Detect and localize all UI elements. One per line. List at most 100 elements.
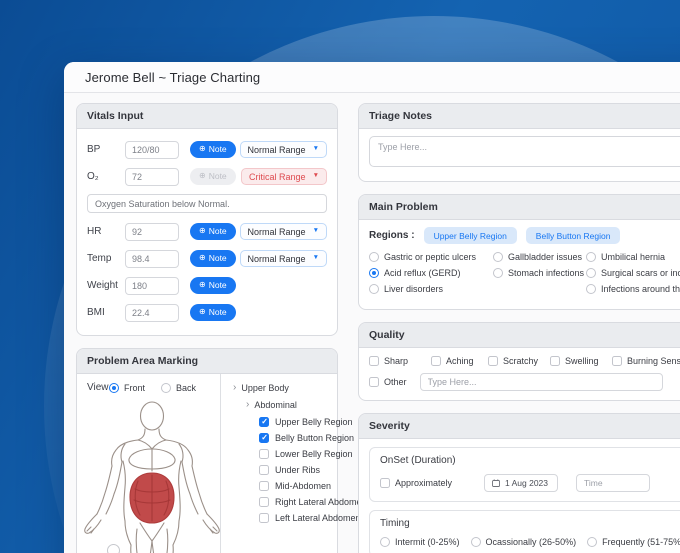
region-tree: › Upper Body › Abdominal Upper Belly Reg…: [221, 374, 367, 553]
temp-range-select[interactable]: Normal Range ▼: [239, 250, 327, 267]
weight-value-input[interactable]: [125, 276, 179, 295]
quality-checkbox-burning[interactable]: Burning Sensation: [612, 356, 680, 366]
quality-checkbox-sharp[interactable]: Sharp: [369, 356, 417, 366]
region-checkbox-item[interactable]: Lower Belly Region: [233, 449, 367, 459]
plus-circle-icon: ⊕: [199, 144, 206, 154]
onset-date-picker[interactable]: 1 Aug 2023: [484, 474, 558, 492]
main-problem-title: Main Problem: [359, 195, 680, 220]
weight-label: Weight: [87, 280, 118, 291]
triage-notes-panel: Triage Notes: [358, 103, 680, 182]
vitals-input-panel: Vitals Input BP ⊕Note Normal Range▼ O₂: [76, 103, 338, 336]
radio-icon: [493, 268, 503, 278]
problem-radio-option[interactable]: Liver disorders: [369, 284, 493, 294]
quality-checkbox-swelling[interactable]: Swelling: [550, 356, 599, 366]
vitals-input-title: Vitals Input: [77, 104, 337, 129]
plus-circle-icon: ⊕: [199, 226, 206, 236]
calendar-icon: [492, 479, 500, 487]
o2-range-select[interactable]: Critical Range ▼: [241, 168, 327, 185]
region-checkbox-item[interactable]: Upper Belly Region: [233, 417, 367, 427]
timing-radio-option[interactable]: Frequently (51-75%): [587, 537, 680, 547]
checkbox-icon: [259, 497, 269, 507]
triage-charting-window: Jerome Bell ~ Triage Charting Vitals Inp…: [64, 62, 680, 553]
radio-icon: [108, 382, 119, 393]
checkbox-icon: [369, 356, 379, 366]
quality-checkbox-aching[interactable]: Aching: [431, 356, 474, 366]
vital-row-o2: O₂ ⊕Note Critical Range▼: [87, 163, 327, 190]
plus-circle-icon: ⊕: [199, 253, 206, 263]
chevron-down-icon: ▼: [312, 227, 319, 235]
quality-checkbox-other[interactable]: Other: [369, 377, 407, 387]
bmi-value-input[interactable]: [125, 303, 179, 322]
timing-title: Timing: [380, 518, 410, 529]
tree-node-abdominal[interactable]: › Abdominal: [233, 400, 367, 411]
problem-radio-option[interactable]: Gallbladder issues: [493, 252, 586, 262]
problem-radio-option[interactable]: Umbilical hernia: [586, 252, 680, 262]
region-checkbox-item[interactable]: Right Lateral Abdomen: [233, 497, 367, 507]
radio-icon: [586, 252, 596, 262]
region-chip[interactable]: Belly Button Region: [525, 227, 621, 244]
region-chip[interactable]: Upper Belly Region: [423, 227, 517, 244]
view-front-radio[interactable]: Front: [108, 382, 145, 393]
region-checkbox-item[interactable]: Belly Button Region: [233, 433, 367, 443]
triage-notes-textarea[interactable]: [369, 136, 680, 167]
timing-section: Timing Intermit (0-25%) Ocassionally (26…: [369, 510, 680, 553]
problem-radio-option[interactable]: Infections around the navel: [586, 284, 680, 294]
quality-other-input[interactable]: [419, 373, 663, 391]
region-checkbox-item[interactable]: Mid-Abdomen: [233, 481, 367, 491]
checkbox-icon: [259, 433, 269, 443]
approximately-checkbox[interactable]: Approximately: [380, 478, 484, 488]
bp-value-input[interactable]: [125, 140, 179, 159]
hr-add-note-button[interactable]: ⊕ Note: [190, 223, 236, 240]
onset-section: OnSet (Duration) Approximately 1 Aug 202…: [369, 447, 680, 502]
bp-label: BP: [87, 144, 101, 155]
view-back-radio[interactable]: Back: [160, 382, 196, 393]
checkbox-icon: [488, 356, 498, 366]
quality-title: Quality: [359, 323, 680, 348]
hr-value-input[interactable]: [125, 222, 179, 241]
body-diagram[interactable]: [77, 399, 221, 553]
region-checkbox-item[interactable]: Under Ribs: [233, 465, 367, 475]
hr-range-select[interactable]: Normal Range ▼: [239, 223, 327, 240]
bmi-add-note-button[interactable]: ⊕ Note: [190, 304, 236, 321]
checkbox-icon: [259, 417, 269, 427]
temp-add-note-button[interactable]: ⊕ Note: [190, 250, 236, 267]
radio-icon: [493, 252, 503, 262]
o2-add-note-button: ⊕ Note: [190, 168, 236, 185]
plus-circle-icon: ⊕: [199, 280, 206, 290]
problem-radio-option[interactable]: Surgical scars or incisions: [586, 268, 680, 278]
timing-radio-option[interactable]: Ocassionally (26-50%): [470, 537, 576, 547]
temp-value-input[interactable]: [125, 249, 179, 268]
region-checkbox-item[interactable]: Left Lateral Abdomen: [233, 513, 367, 523]
o2-label: O₂: [87, 171, 99, 182]
problem-area-panel: Problem Area Marking View Front Back › U…: [76, 348, 367, 553]
weight-add-note-button[interactable]: ⊕ Note: [190, 277, 236, 294]
tree-node-upper-body[interactable]: › Upper Body: [233, 383, 367, 394]
radio-icon: [369, 284, 379, 294]
view-label: View: [87, 382, 109, 393]
o2-value-input[interactable]: [125, 167, 179, 186]
vital-row-temp: Temp ⊕Note Normal Range▼: [87, 245, 327, 272]
o2-alert-note-input[interactable]: [87, 194, 327, 213]
checkbox-icon: [259, 465, 269, 475]
bp-range-select[interactable]: Normal Range ▼: [239, 141, 327, 158]
radio-icon: [369, 268, 379, 278]
checkbox-icon: [259, 449, 269, 459]
problem-radio-option[interactable]: Acid reflux (GERD): [369, 268, 493, 278]
onset-time-input[interactable]: [576, 474, 650, 492]
figure-control-handle[interactable]: [107, 544, 120, 553]
vital-row-bp: BP ⊕Note Normal Range▼: [87, 136, 327, 163]
plus-circle-icon: ⊕: [199, 171, 206, 181]
radio-icon: [470, 537, 481, 547]
bp-add-note-button[interactable]: ⊕ Note: [190, 141, 236, 158]
problem-radio-option[interactable]: Stomach infections: [493, 268, 586, 278]
checkbox-icon: [431, 356, 441, 366]
vital-row-bmi: BMI ⊕Note: [87, 299, 327, 326]
radio-icon: [160, 382, 171, 393]
chevron-down-icon: ▼: [312, 145, 319, 153]
chevron-down-icon: ▼: [312, 172, 319, 180]
timing-radio-option[interactable]: Intermit (0-25%): [380, 537, 460, 547]
hr-label: HR: [87, 226, 102, 237]
checkbox-icon: [380, 478, 390, 488]
problem-radio-option[interactable]: Gastric or peptic ulcers: [369, 252, 493, 262]
quality-checkbox-scratchy[interactable]: Scratchy: [488, 356, 538, 366]
